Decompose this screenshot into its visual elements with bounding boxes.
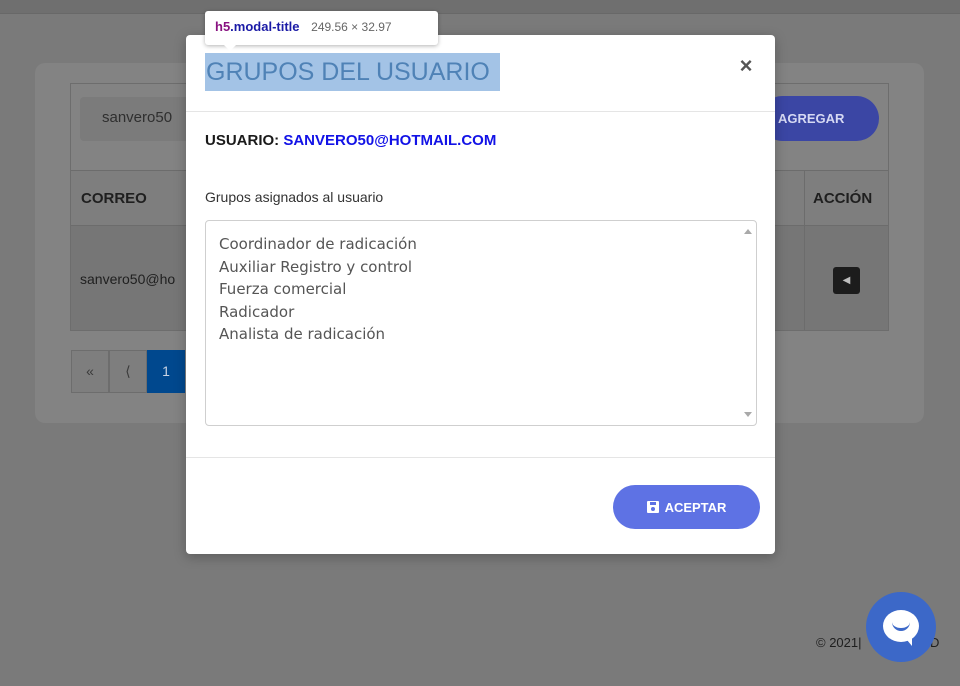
tooltip-tag: h5: [215, 19, 231, 34]
search-input[interactable]: sanvero50: [80, 97, 200, 141]
accept-button[interactable]: ACEPTAR: [613, 485, 760, 529]
modal-title: GRUPOS DEL USUARIO: [205, 53, 500, 91]
modal-header: GRUPOS DEL USUARIO ×: [186, 35, 775, 112]
tooltip-pointer: [223, 44, 237, 51]
top-bar: [0, 0, 960, 14]
list-item[interactable]: Fuerza comercial: [219, 278, 417, 301]
pagination: « ⟨ 1: [71, 350, 185, 393]
tooltip-dimensions: 249.56 × 32.97: [311, 20, 392, 34]
row-action-button[interactable]: ◀: [833, 267, 860, 294]
scroll-up-icon[interactable]: [744, 229, 752, 234]
footer-copyright: © 2021|: [816, 635, 862, 650]
accept-button-label: ACEPTAR: [664, 499, 727, 515]
list-item[interactable]: Radicador: [219, 301, 417, 324]
save-icon: [646, 501, 659, 513]
column-divider: [804, 226, 805, 330]
modal-footer: ACEPTAR: [186, 457, 775, 554]
user-email: SANVERO50@HOTMAIL.COM: [283, 132, 497, 149]
list-item[interactable]: Auxiliar Registro y control: [219, 256, 417, 279]
user-label: USUARIO:: [205, 132, 280, 149]
page-prev-button[interactable]: ⟨: [109, 350, 147, 393]
groups-label: Grupos asignados al usuario: [205, 189, 384, 205]
groups-items: Coordinador de radicación Auxiliar Regis…: [219, 233, 417, 346]
modal-body: USUARIO: SANVERO50@HOTMAIL.COM Grupos as…: [186, 113, 775, 457]
list-item[interactable]: Coordinador de radicación: [219, 233, 417, 256]
page-current-button[interactable]: 1: [147, 350, 185, 393]
chat-widget-button[interactable]: [866, 592, 936, 662]
scroll-down-icon[interactable]: [744, 412, 752, 417]
column-header-correo: CORREO: [81, 190, 147, 207]
close-icon[interactable]: ×: [734, 53, 758, 79]
column-header-accion: ACCIÓN: [813, 190, 873, 207]
tooltip-class: .modal-title: [230, 19, 300, 34]
listbox-scrollbar[interactable]: [739, 221, 756, 425]
user-groups-modal: GRUPOS DEL USUARIO × USUARIO: SANVERO50@…: [186, 35, 775, 554]
page-first-button[interactable]: «: [71, 350, 109, 393]
groups-listbox[interactable]: Coordinador de radicación Auxiliar Regis…: [205, 220, 757, 426]
list-item[interactable]: Analista de radicación: [219, 323, 417, 346]
devtools-inspect-tooltip: h5.modal-title 249.56 × 32.97: [205, 11, 438, 51]
cell-correo: sanvero50@ho: [80, 271, 176, 287]
add-button[interactable]: AGREGAR: [760, 96, 879, 141]
chat-icon-tail: [902, 634, 912, 646]
user-line: USUARIO: SANVERO50@HOTMAIL.COM: [205, 132, 496, 149]
column-divider: [804, 171, 805, 227]
